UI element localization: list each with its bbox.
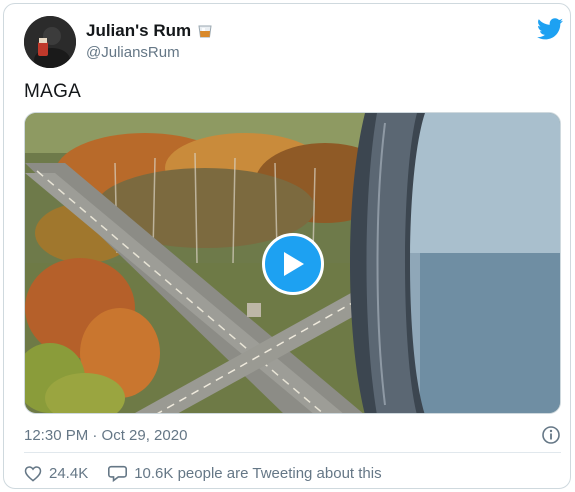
twitter-bird-icon[interactable] xyxy=(537,18,563,40)
like-action[interactable]: 24.4K xyxy=(24,465,88,482)
info-icon[interactable] xyxy=(541,425,561,445)
play-icon xyxy=(284,252,304,276)
divider xyxy=(24,452,561,453)
tweet-text: MAGA xyxy=(24,81,82,102)
author-name[interactable]: Julian's Rum xyxy=(86,21,191,41)
video-player[interactable] xyxy=(24,112,561,414)
conversation-count-text: 10.6K people are Tweeting about this xyxy=(134,464,382,482)
conversation-action[interactable]: 10.6K people are Tweeting about this xyxy=(108,464,382,482)
avatar[interactable] xyxy=(24,16,76,68)
like-count: 24.4K xyxy=(49,464,89,482)
author-name-row[interactable]: Julian's Rum xyxy=(86,21,213,41)
tumbler-glass-icon xyxy=(198,25,212,38)
tweet-actions: 24.4K 10.6K people are Tweeting about th… xyxy=(24,464,382,482)
tweet-timestamp[interactable]: 12:30 PM · Oct 29, 2020 xyxy=(24,427,187,444)
heart-icon[interactable] xyxy=(24,465,42,482)
tweet-card[interactable]: Julian's Rum @JuliansRum MAGA 12:30 PM ·… xyxy=(3,3,571,489)
author-handle[interactable]: @JuliansRum xyxy=(86,44,180,61)
play-button[interactable] xyxy=(262,233,324,295)
speech-bubble-icon[interactable] xyxy=(108,464,128,482)
avatar-image xyxy=(24,16,76,68)
